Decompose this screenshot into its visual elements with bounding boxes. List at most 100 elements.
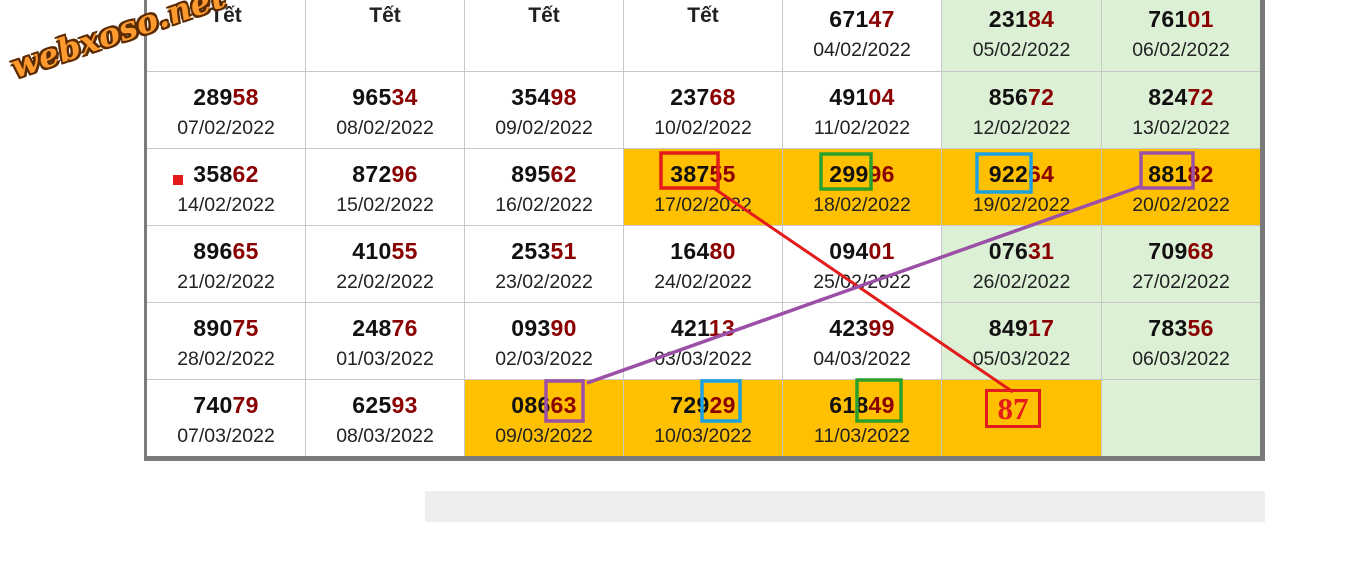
- number-tail-digits: 64: [1028, 161, 1055, 187]
- result-cell: 35862 14/02/2022: [147, 149, 305, 225]
- tet-holiday-label: Tết: [369, 4, 401, 27]
- result-cell: 76101 06/02/2022: [1102, 0, 1260, 71]
- result-cell: 23768 10/02/2022: [624, 72, 782, 148]
- result-cell: Tết: [465, 0, 623, 71]
- result-cell: 28958 07/02/2022: [147, 72, 305, 148]
- result-cell: Tết: [624, 0, 782, 71]
- result-cell: 88182 20/02/2022: [1102, 149, 1260, 225]
- number-tail-digits: 58: [232, 84, 259, 110]
- draw-date: 11/03/2022: [813, 425, 911, 447]
- number-tail-digits: 17: [1028, 315, 1055, 341]
- draw-date: 02/03/2022: [495, 348, 593, 370]
- lottery-number: 23184: [989, 6, 1054, 32]
- number-tail-digits: 34: [391, 84, 418, 110]
- number-head-digits: 423: [829, 315, 869, 341]
- number-tail-digits: 96: [868, 161, 895, 187]
- number-head-digits: 299: [829, 161, 869, 187]
- lottery-number: 42113: [671, 315, 735, 341]
- number-tail-digits: 79: [232, 392, 259, 418]
- draw-date: 27/02/2022: [1132, 271, 1230, 293]
- number-head-digits: 289: [193, 84, 233, 110]
- number-tail-digits: 72: [1028, 84, 1055, 110]
- number-tail-digits: 72: [1187, 84, 1214, 110]
- number-head-digits: 387: [670, 161, 710, 187]
- lottery-number: 96534: [352, 84, 417, 110]
- number-tail-digits: 75: [232, 315, 259, 341]
- number-head-digits: 491: [829, 84, 869, 110]
- result-cell: 67147 04/02/2022: [783, 0, 941, 71]
- number-tail-digits: 99: [868, 315, 895, 341]
- number-head-digits: 421: [670, 315, 709, 341]
- draw-date: 06/02/2022: [1132, 39, 1230, 61]
- result-cell: 70968 27/02/2022: [1102, 226, 1260, 302]
- result-cell: 07631 26/02/2022: [942, 226, 1101, 302]
- lottery-number: 09390: [511, 315, 576, 341]
- result-cell: 42399 04/03/2022: [783, 303, 941, 379]
- number-tail-digits: 55: [391, 238, 418, 264]
- number-tail-digits: 51: [550, 238, 577, 264]
- result-cell: 25351 23/02/2022: [465, 226, 623, 302]
- number-tail-digits: 80: [709, 238, 736, 264]
- number-tail-digits: 62: [232, 161, 259, 187]
- lottery-number: 76101: [1148, 6, 1213, 32]
- number-head-digits: 965: [352, 84, 392, 110]
- result-cell: 35498 09/02/2022: [465, 72, 623, 148]
- result-cell: 09401 25/02/2022: [783, 226, 941, 302]
- number-head-digits: 076: [988, 238, 1029, 264]
- number-tail-digits: 04: [868, 84, 895, 110]
- result-cell: 08663 09/03/2022: [465, 380, 623, 456]
- result-cell: 85672 12/02/2022: [942, 72, 1101, 148]
- number-head-digits: 729: [670, 392, 710, 418]
- tet-holiday-label: Tết: [528, 4, 560, 27]
- draw-date: 25/02/2022: [813, 271, 911, 293]
- draw-date: 03/03/2022: [654, 348, 752, 370]
- number-tail-digits: 93: [391, 392, 418, 418]
- result-cell: 72929 10/03/2022: [624, 380, 782, 456]
- lottery-number: 74079: [193, 392, 258, 418]
- number-head-digits: 094: [829, 238, 869, 264]
- number-tail-digits: 90: [550, 315, 577, 341]
- results-calendar-grid: Tết Tết Tết Tết 67147 04/02/2022 23184 05/02/20…: [147, 0, 1260, 456]
- lottery-number: 85672: [989, 84, 1054, 110]
- lottery-number: 07631: [989, 238, 1054, 264]
- number-head-digits: 849: [988, 315, 1029, 341]
- draw-date: 04/03/2022: [813, 348, 911, 370]
- result-cell: 24876 01/03/2022: [306, 303, 464, 379]
- lottery-number: 09401: [829, 238, 894, 264]
- lottery-number: 92264: [989, 161, 1054, 187]
- number-head-digits: 922: [988, 161, 1029, 187]
- number-head-digits: 761: [1148, 6, 1188, 32]
- draw-date: 21/02/2022: [177, 271, 275, 293]
- number-head-digits: 671: [829, 6, 869, 32]
- draw-date: 07/03/2022: [177, 425, 275, 447]
- number-tail-digits: 49: [868, 392, 895, 418]
- number-head-digits: 248: [352, 315, 392, 341]
- draw-date: 26/02/2022: [972, 271, 1071, 293]
- result-cell: 49104 11/02/2022: [783, 72, 941, 148]
- lottery-number: 89075: [193, 315, 258, 341]
- draw-date: 19/02/2022: [972, 194, 1071, 216]
- lottery-number: 23768: [670, 84, 735, 110]
- result-cell: 62593 08/03/2022: [306, 380, 464, 456]
- number-head-digits: 237: [670, 84, 710, 110]
- lottery-number: 88182: [1148, 161, 1213, 187]
- result-cell: 41055 22/02/2022: [306, 226, 464, 302]
- lottery-number: 42399: [829, 315, 894, 341]
- draw-date: 10/03/2022: [654, 425, 752, 447]
- result-cell: 87296 15/02/2022: [306, 149, 464, 225]
- result-cell: 29996 18/02/2022: [783, 149, 941, 225]
- lottery-number: 89665: [193, 238, 258, 264]
- number-head-digits: 824: [1148, 84, 1188, 110]
- draw-date: 10/02/2022: [654, 117, 752, 139]
- draw-date: 08/02/2022: [336, 117, 434, 139]
- number-tail-digits: 82: [1187, 161, 1214, 187]
- number-head-digits: 410: [352, 238, 392, 264]
- lottery-number: 35498: [511, 84, 576, 110]
- result-cell: 92264 19/02/2022: [942, 149, 1101, 225]
- lottery-number: 78356: [1148, 315, 1213, 341]
- result-cell: 82472 13/02/2022: [1102, 72, 1260, 148]
- lottery-number: 49104: [829, 84, 894, 110]
- draw-date: 12/02/2022: [972, 117, 1071, 139]
- lottery-number: 82472: [1148, 84, 1213, 110]
- result-cell: 61849 11/03/2022: [783, 380, 941, 456]
